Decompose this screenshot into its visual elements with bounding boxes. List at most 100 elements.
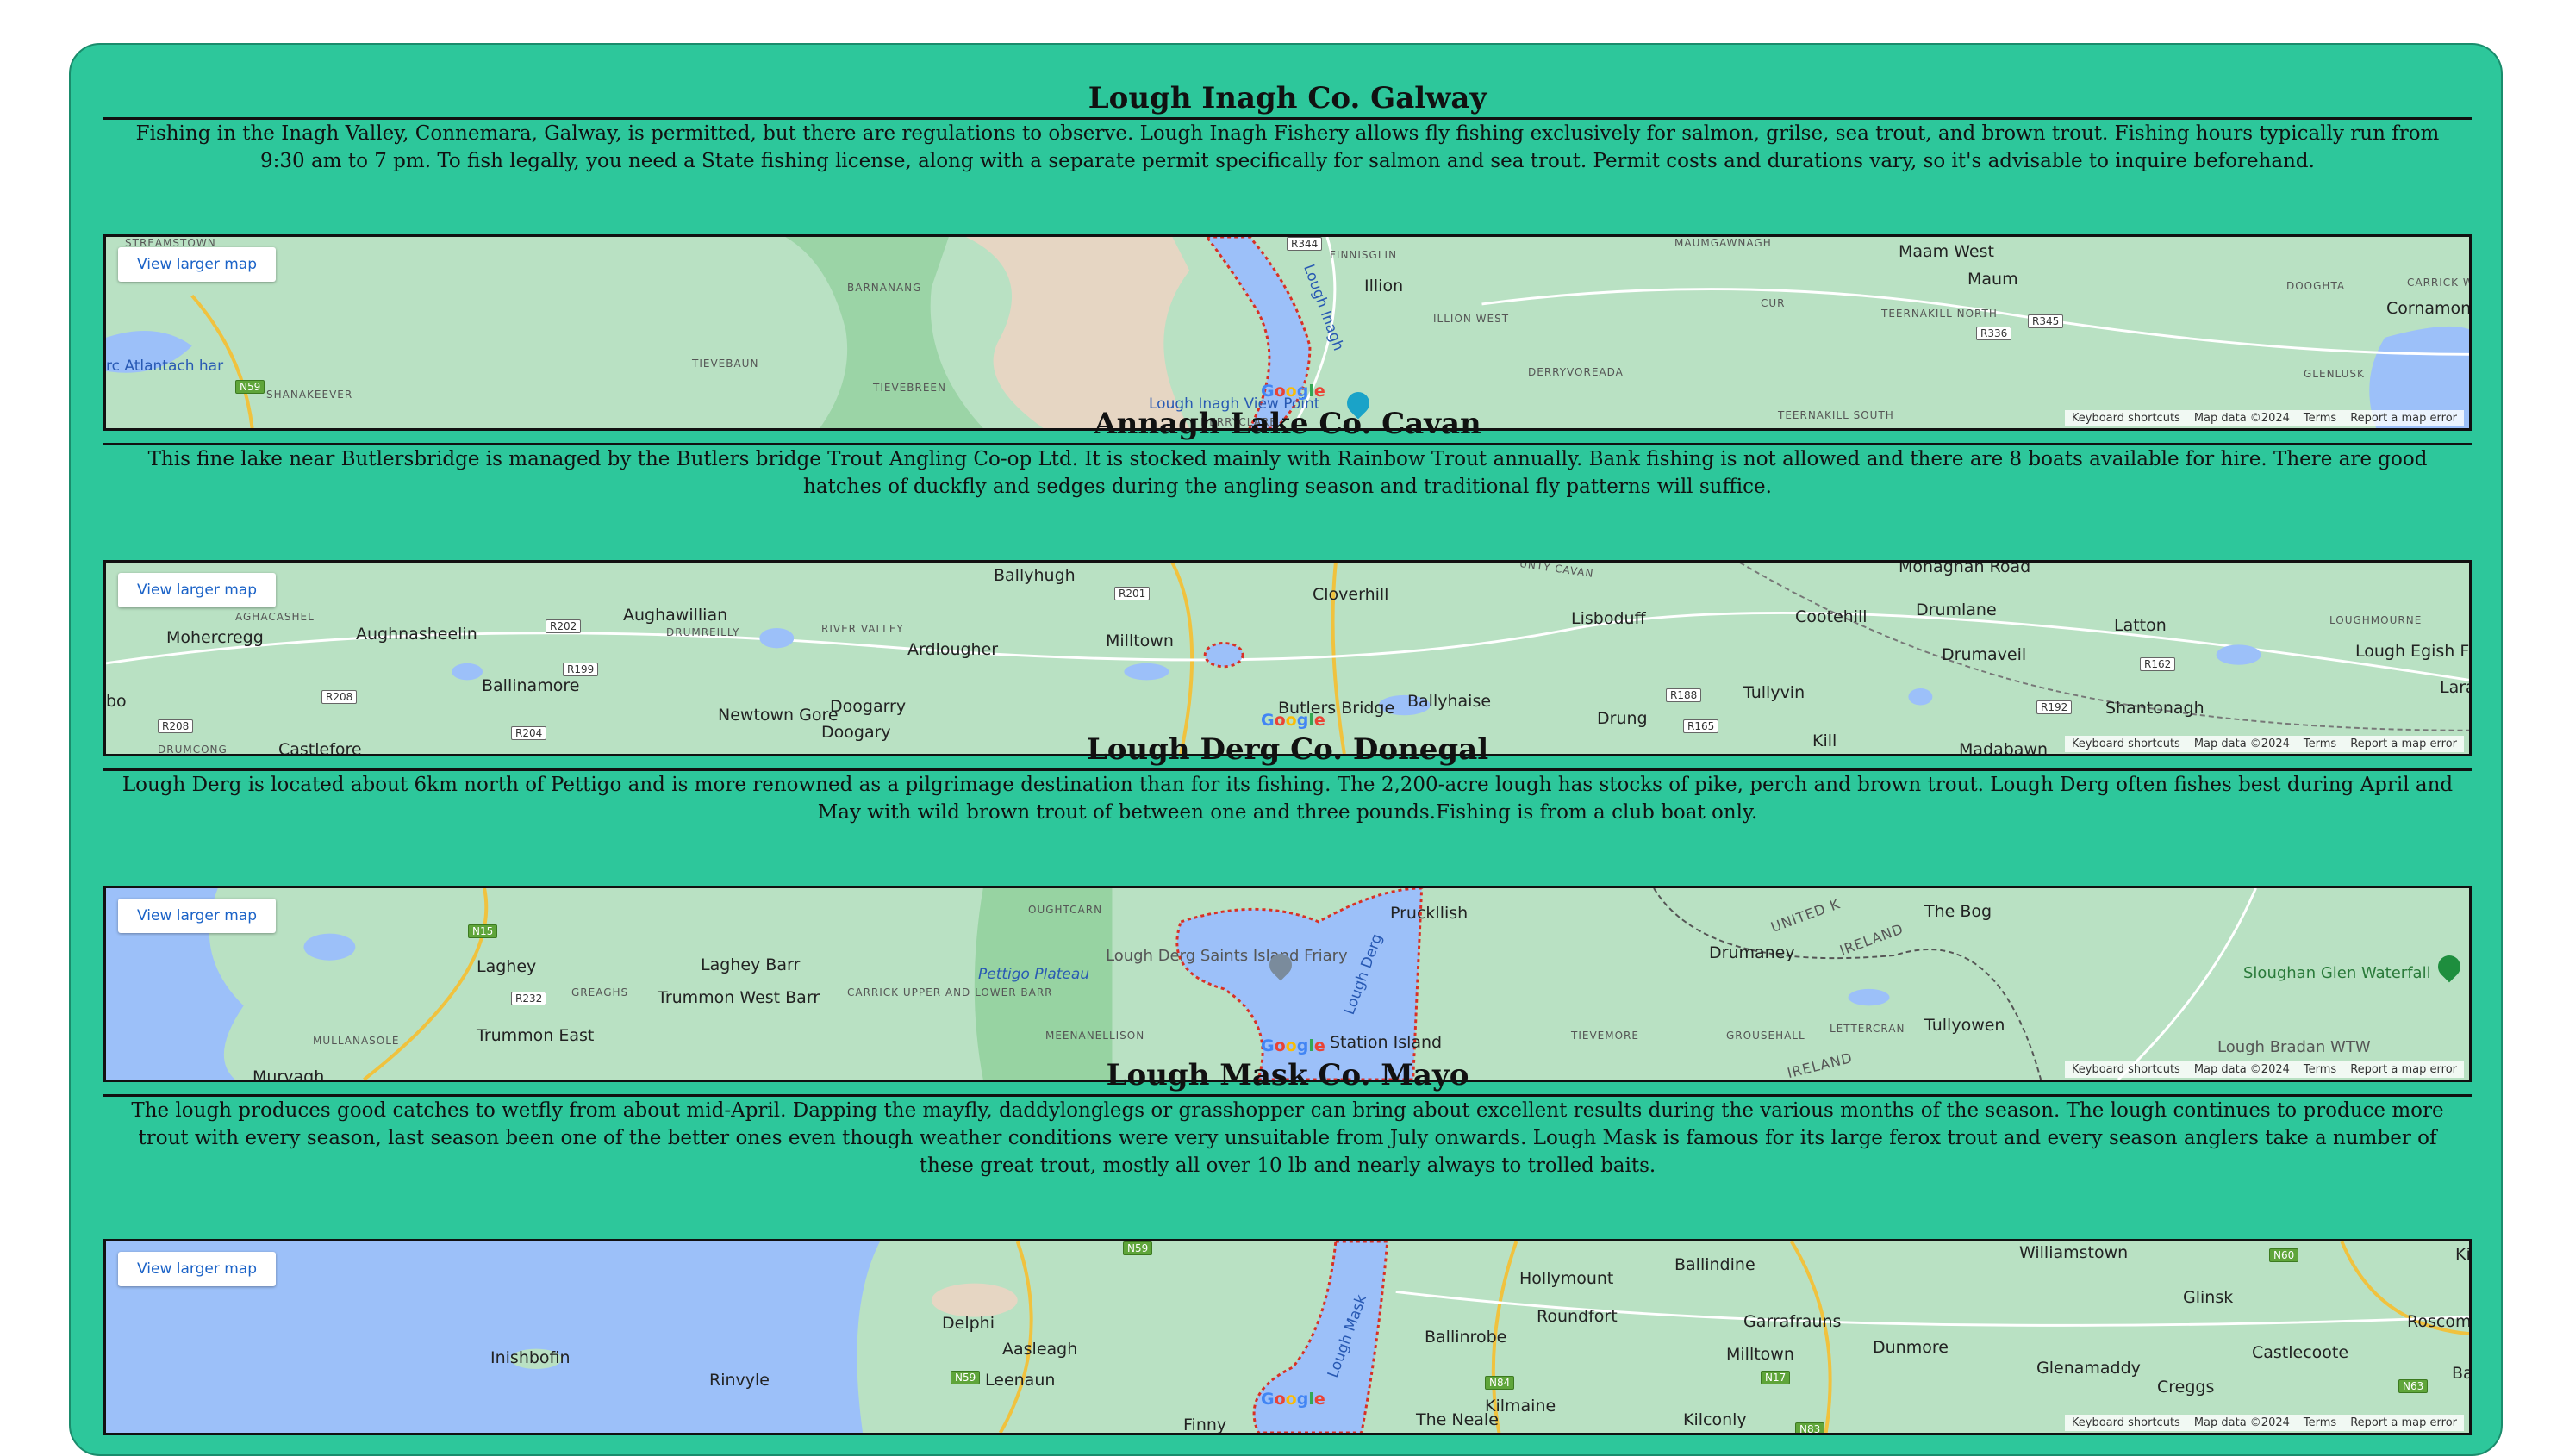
road-shield: R201 [1114,587,1151,600]
lakes-card: Lough Inagh Co. Galway Fishing in the In… [69,43,2503,1456]
map-label: The Bog [1924,902,1992,921]
road-shield: R345 [2028,314,2064,328]
map-label: Cloverhill [1313,585,1389,604]
map-footer: Keyboard shortcuts Map data ©2024 Terms … [2064,1415,2464,1431]
map-label: CARRICK W [2407,277,2472,289]
view-larger-map-link[interactable]: View larger map [118,247,276,282]
road-shield: N83 [1795,1422,1825,1433]
map-label: DRUMREILLY [666,626,740,638]
map-label: Dunmore [1873,1338,1949,1357]
report-error-link[interactable]: Report a map error [2343,1415,2464,1431]
map-label: Inishbofin [490,1348,571,1367]
map-label: TEERNAKILL NORTH [1881,308,1998,320]
road-shield: R344 [1287,237,1323,251]
map-label: Rinvyle [709,1371,770,1390]
map-label: bo [106,692,127,711]
section-lough-derg: Lough Derg Co. Donegal Lough Derg is loc… [103,731,2472,1082]
map-label: Kilconly [1683,1410,1747,1429]
map-label: ILLION WEST [1433,313,1510,325]
view-larger-map-link[interactable]: View larger map [118,1252,276,1286]
road-shield: N59 [1123,1241,1153,1255]
map-label: TIEVEBREEN [873,382,946,394]
map-label: Pettigo Plateau [978,966,1090,983]
map-label: OUGHTCARN [1028,904,1103,916]
map-label: Tullyvin [1743,683,1805,702]
terms-link[interactable]: Terms [2296,1415,2344,1431]
map-label: Kil [2455,1245,2471,1264]
road-shield: R336 [1976,327,2012,340]
map-label: LOUGHMOURNE [2329,614,2423,626]
section-lough-inagh: Lough Inagh Co. Galway Fishing in the In… [103,79,2472,431]
map-label: Drumaveil [1942,645,2027,664]
map-label: Roscommo [2407,1312,2472,1331]
map-label: Laghey [477,957,537,976]
map-label: Lough Egish Food Park [2355,642,2469,661]
map-label: BARNANANG [847,282,922,294]
map-label: MULLANASOLE [313,1035,400,1047]
map-label: Laragh [2440,678,2469,697]
view-larger-map-link[interactable]: View larger map [118,899,276,933]
map-label: Mohercregg [166,628,264,647]
map-label: Cornamona [2386,299,2472,318]
map-label: Ballyhugh [994,566,1076,585]
road-shield: N60 [2269,1248,2299,1262]
section-description: This fine lake near Butlersbridge is man… [147,448,2428,498]
map-label: Latton [2114,616,2167,635]
map-label: Milltown [1106,632,1174,650]
road-shield: R202 [546,619,582,633]
section-description: Lough Derg is located about 6km north of… [122,774,2454,824]
road-shield: R199 [563,663,599,676]
google-logo: Google [1261,382,1325,401]
map-label: Hollymount [1519,1269,1614,1288]
road-shield: R162 [2140,657,2176,671]
map-label: GROUSEHALL [1726,1030,1805,1042]
map-label: Glinsk [2183,1288,2234,1307]
section-description: The lough produces good catches to wetfl… [131,1099,2444,1177]
section-title: Lough Derg Co. Donegal [103,731,2472,771]
map-label: Delphi [942,1314,995,1333]
keyboard-shortcuts-link[interactable]: Keyboard shortcuts [2064,1415,2187,1431]
map-label: Aasleagh [1002,1340,1078,1359]
section-title: Lough Mask Co. Mayo [103,1056,2472,1097]
map-label: Ballindine [1674,1255,1755,1274]
map-label: MAUMGAWNAGH [1674,237,1772,249]
embedded-map[interactable]: View larger map Hollymount Ballindine Wi… [103,1239,2472,1435]
map-label: Leenaun [985,1371,1056,1390]
map-label: Drumaney [1709,943,1795,962]
embedded-map[interactable]: View larger map STREAMSTOWN BARNANANG FI… [103,234,2472,431]
map-label: Glenamaddy [2036,1359,2141,1378]
map-label: Cootehill [1795,607,1868,626]
map-label: Illion [1364,277,1404,296]
map-label: Maum [1967,270,2018,289]
map-label: Pruckllish [1390,904,1469,923]
view-larger-map-link[interactable]: View larger map [118,573,276,607]
road-shield: R188 [1666,688,1702,702]
map-label: Laghey Barr [701,955,801,974]
map-label: Drumlane [1916,600,1997,619]
map-label: Roundfort [1537,1307,1618,1326]
road-shield: N84 [1485,1376,1515,1390]
map-label: LETTERCRAN [1830,1023,1905,1035]
map-label: Shantonagh [2105,699,2204,718]
road-shield: R208 [321,690,358,704]
map-label: TIEVEMORE [1571,1030,1639,1042]
embedded-map[interactable]: View larger map OUGHTCARN Pruckllish UNI… [103,886,2472,1082]
map-label: CUR [1761,297,1786,309]
map-label: Lough Derg Saints Island Friary [1106,947,1348,965]
map-label: Ardlougher [907,640,999,659]
map-label: Creggs [2157,1378,2215,1397]
map-label: Monaghan Road [1899,560,2031,576]
embedded-map[interactable]: View larger map Ballyhugh Cloverhill UNT… [103,560,2472,756]
map-label: Lisboduff [1571,609,1646,628]
map-label: Lough Bradan WTW [2217,1038,2371,1056]
road-shield: N59 [951,1371,981,1384]
map-label: Sloughan Glen Waterfall [2243,964,2431,982]
map-label: STREAMSTOWN [125,237,216,249]
road-shield: N15 [468,924,498,938]
map-label: The Neale [1416,1410,1499,1429]
map-label: AGHACASHEL [235,611,315,623]
map-label: Maam West [1899,242,1994,261]
road-shield: N17 [1761,1371,1791,1384]
map-label: DOOGHTA [2286,280,2346,292]
section-description: Fishing in the Inagh Valley, Connemara, … [135,122,2440,172]
